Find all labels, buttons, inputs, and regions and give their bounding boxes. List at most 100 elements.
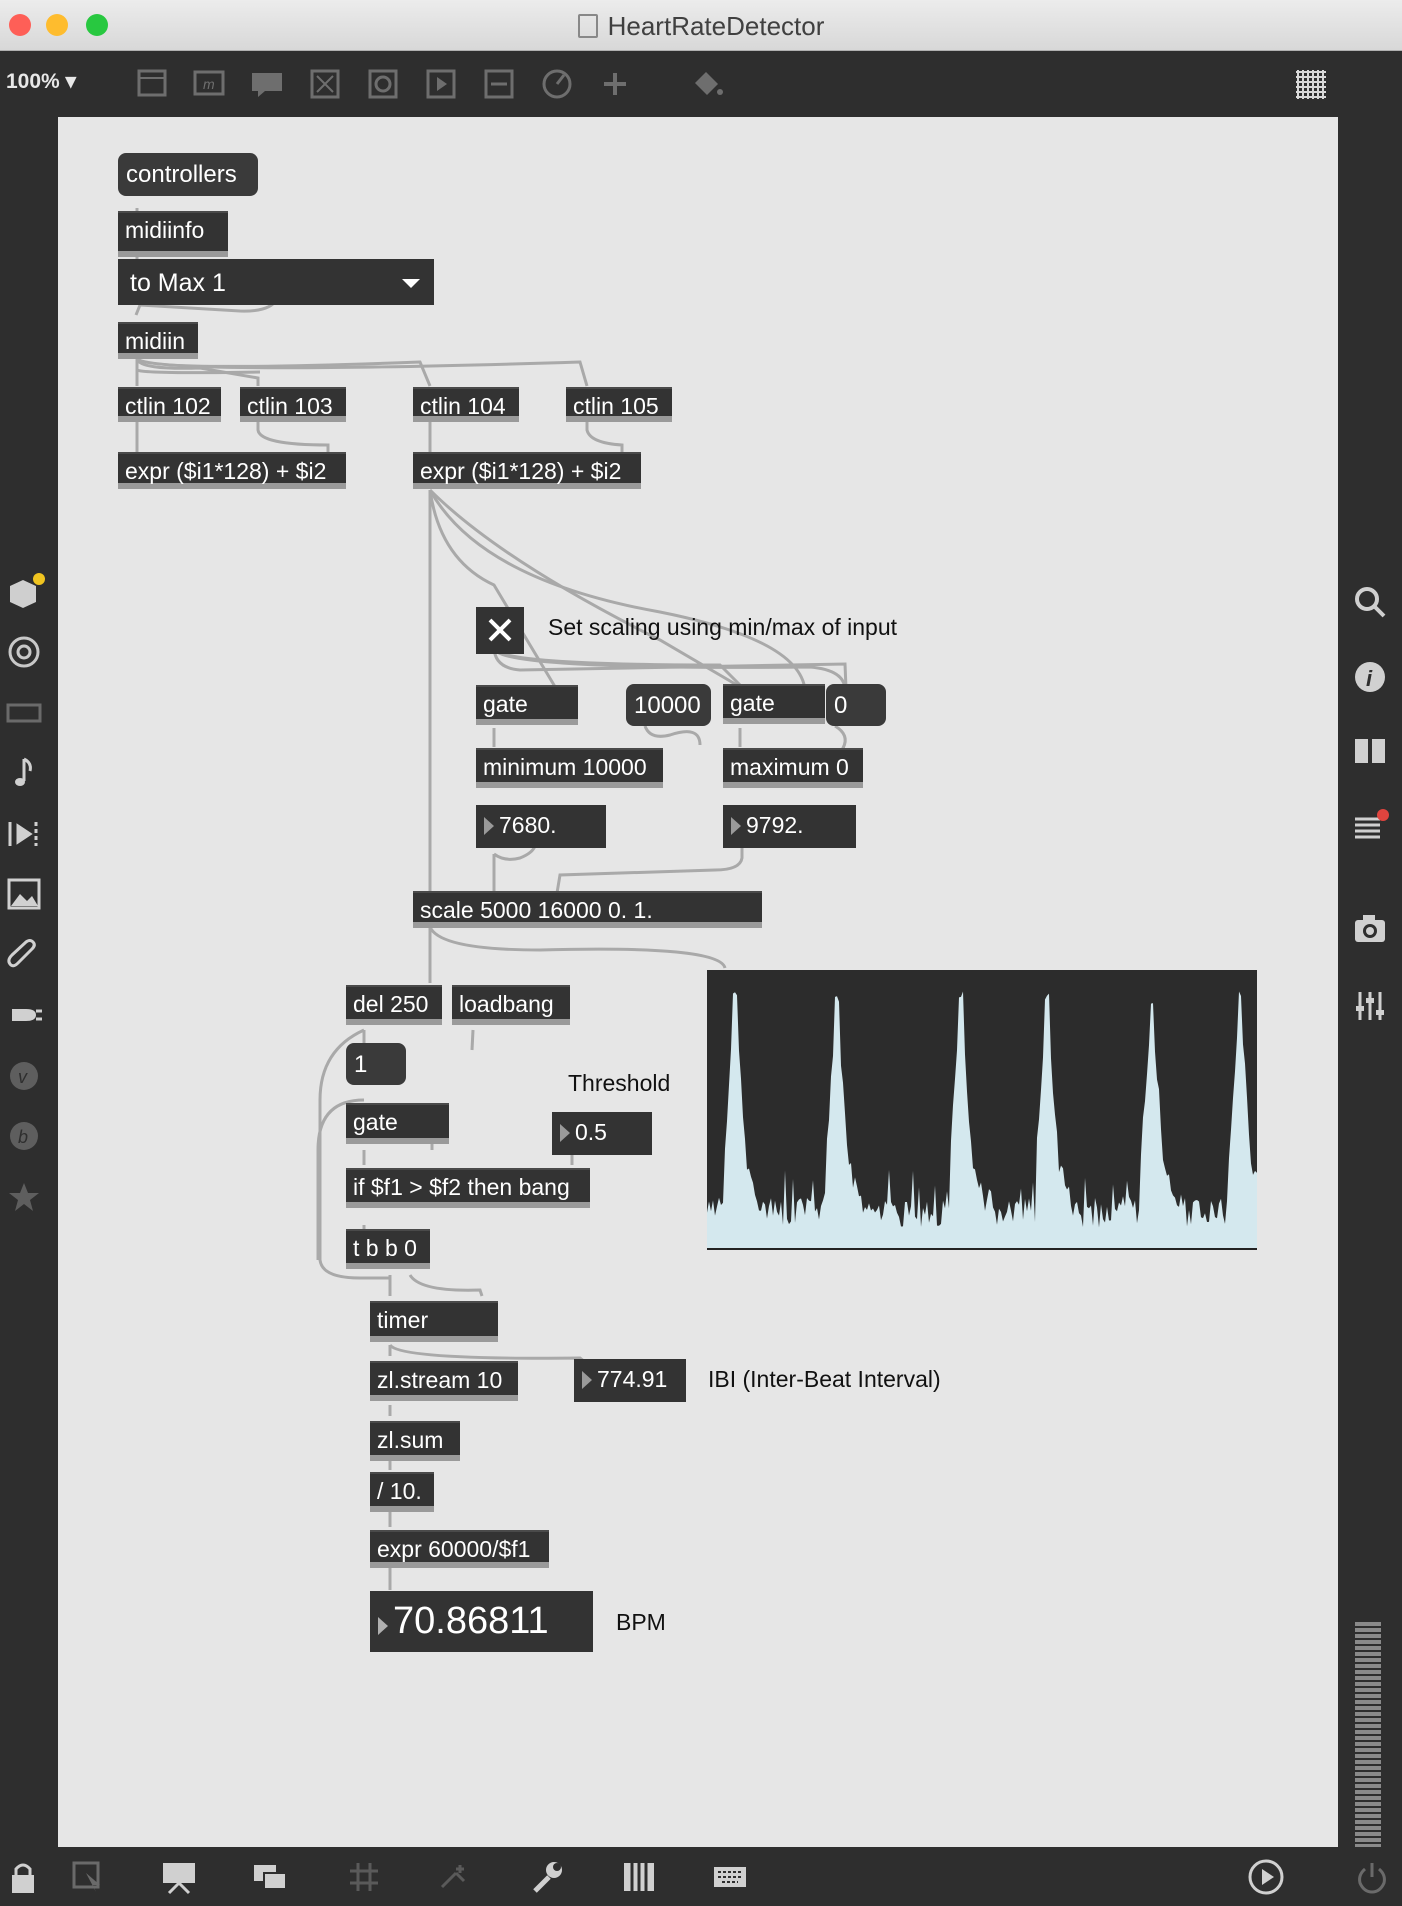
midiin-object[interactable]: midiin xyxy=(118,322,198,359)
max-number-box[interactable]: 9792. xyxy=(723,805,856,848)
snapshot-icon[interactable] xyxy=(1350,908,1390,948)
maximum-object[interactable]: maximum 0 xyxy=(723,748,863,788)
play-icon[interactable] xyxy=(421,65,461,103)
scope-waveform xyxy=(707,991,1257,1248)
reset-10000-message[interactable]: 10000 xyxy=(626,684,711,726)
plug-icon[interactable] xyxy=(4,995,44,1035)
toolbar: 100% ▾ m xyxy=(0,51,1402,117)
ibi-number-box[interactable]: 774.91 xyxy=(574,1359,686,1402)
min-value: 7680. xyxy=(499,812,557,838)
ibi-value: 774.91 xyxy=(597,1366,668,1392)
ctlin-104-object[interactable]: ctlin 104 xyxy=(413,387,519,422)
chevron-down-icon xyxy=(402,279,420,288)
loadbang-object[interactable]: loadbang xyxy=(452,985,570,1025)
number-arrow-icon xyxy=(378,1617,388,1635)
svg-text:b: b xyxy=(18,1127,28,1147)
toggle-icon[interactable] xyxy=(305,65,345,103)
select-icon[interactable] xyxy=(68,1857,108,1897)
svg-text:v: v xyxy=(18,1067,28,1087)
scaling-toggle[interactable] xyxy=(476,607,524,654)
port-menu-label: to Max 1 xyxy=(130,269,226,297)
gate-min-object[interactable]: gate xyxy=(476,685,578,725)
close-icon xyxy=(488,618,512,642)
paint-bucket-icon[interactable] xyxy=(687,65,727,103)
slider-icon[interactable] xyxy=(479,65,519,103)
svg-text:m: m xyxy=(203,76,215,92)
scale-object[interactable]: scale 5000 16000 0. 1. xyxy=(413,891,762,928)
timer-object[interactable]: timer xyxy=(370,1301,498,1342)
keyboard-icon[interactable] xyxy=(710,1857,750,1897)
presentation-icon[interactable] xyxy=(132,65,172,103)
scaling-comment: Set scaling using min/max of input xyxy=(548,614,898,640)
bpm-value: 70.86811 xyxy=(393,1600,549,1642)
piano-icon[interactable] xyxy=(619,1857,659,1897)
ctlin-102-object[interactable]: ctlin 102 xyxy=(118,387,221,422)
del-250-object[interactable]: del 250 xyxy=(346,985,442,1025)
transport-icon[interactable] xyxy=(1246,1857,1286,1897)
one-message[interactable]: 1 xyxy=(346,1043,406,1085)
number-arrow-icon xyxy=(582,1371,592,1389)
zl-stream-object[interactable]: zl.stream 10 xyxy=(370,1361,518,1401)
music-icon[interactable] xyxy=(4,753,44,793)
wrench-icon[interactable] xyxy=(527,1857,567,1897)
left-sidebar: v b xyxy=(0,117,58,1847)
max-value: 9792. xyxy=(746,812,804,838)
right-sidebar: i xyxy=(1338,117,1402,1847)
add-icon[interactable] xyxy=(595,65,635,103)
expr-left-object[interactable]: expr ($i1*128) + $i2 xyxy=(118,452,346,489)
grid-toggle-icon[interactable] xyxy=(344,1857,384,1897)
threshold-comment: Threshold xyxy=(568,1070,671,1096)
expr-bpm-object[interactable]: expr 60000/$f1 xyxy=(370,1530,549,1568)
scope-display[interactable] xyxy=(707,970,1257,1250)
windows-icon[interactable] xyxy=(250,1857,290,1897)
grid-icon[interactable] xyxy=(1291,65,1331,103)
level-meter xyxy=(1355,1622,1381,1847)
media-icon[interactable] xyxy=(4,693,44,733)
threshold-number-box[interactable]: 0.5 xyxy=(552,1112,652,1155)
controllers-message[interactable]: controllers xyxy=(118,153,258,196)
port-menu[interactable]: to Max 1 xyxy=(118,259,434,305)
lock-icon[interactable] xyxy=(4,1857,44,1897)
mixer-icon[interactable] xyxy=(1350,986,1390,1026)
vst-icon[interactable]: v xyxy=(4,1056,44,1096)
ctlin-105-object[interactable]: ctlin 105 xyxy=(566,387,672,422)
package-icon[interactable] xyxy=(6,572,46,612)
attach-icon[interactable] xyxy=(4,935,44,975)
minimum-object[interactable]: minimum 10000 xyxy=(476,748,663,788)
browse-icon[interactable] xyxy=(4,632,44,672)
search-icon[interactable] xyxy=(1350,582,1390,622)
info-icon[interactable]: i xyxy=(1350,657,1390,697)
list-icon[interactable] xyxy=(1350,807,1390,847)
columns-icon[interactable] xyxy=(1350,731,1390,771)
snap-icon[interactable] xyxy=(434,1857,474,1897)
reset-0-message[interactable]: 0 xyxy=(826,684,886,726)
document-icon xyxy=(577,14,598,38)
image-icon[interactable] xyxy=(4,874,44,914)
object-icon[interactable]: m xyxy=(189,65,229,103)
gate-main-object[interactable]: gate xyxy=(346,1103,449,1144)
video-icon[interactable] xyxy=(4,814,44,854)
zl-sum-object[interactable]: zl.sum xyxy=(370,1421,460,1461)
presentation-mode-icon[interactable] xyxy=(159,1857,199,1897)
dial-icon[interactable] xyxy=(537,65,577,103)
zoom-menu[interactable]: 100% ▾ xyxy=(6,69,76,94)
number-arrow-icon xyxy=(484,817,494,835)
expr-right-object[interactable]: expr ($i1*128) + $i2 xyxy=(413,452,641,489)
power-icon[interactable] xyxy=(1352,1857,1392,1897)
bottom-bar xyxy=(0,1847,1402,1906)
svg-text:i: i xyxy=(1366,666,1373,691)
if-object[interactable]: if $f1 > $f2 then bang xyxy=(346,1168,590,1208)
comment-icon[interactable] xyxy=(247,65,287,103)
ctlin-103-object[interactable]: ctlin 103 xyxy=(240,387,346,422)
b-icon[interactable]: b xyxy=(4,1116,44,1156)
ibi-comment: IBI (Inter-Beat Interval) xyxy=(708,1366,941,1392)
favorites-icon[interactable] xyxy=(4,1177,44,1217)
bpm-number-box[interactable]: 70.86811 xyxy=(370,1591,593,1652)
button-icon[interactable] xyxy=(363,65,403,103)
trigger-object[interactable]: t b b 0 xyxy=(346,1229,430,1269)
min-number-box[interactable]: 7680. xyxy=(476,805,606,848)
midiinfo-object[interactable]: midiinfo xyxy=(118,211,228,257)
gate-max-object[interactable]: gate xyxy=(723,684,825,724)
divide-object[interactable]: / 10. xyxy=(370,1472,434,1512)
threshold-value: 0.5 xyxy=(575,1119,607,1145)
